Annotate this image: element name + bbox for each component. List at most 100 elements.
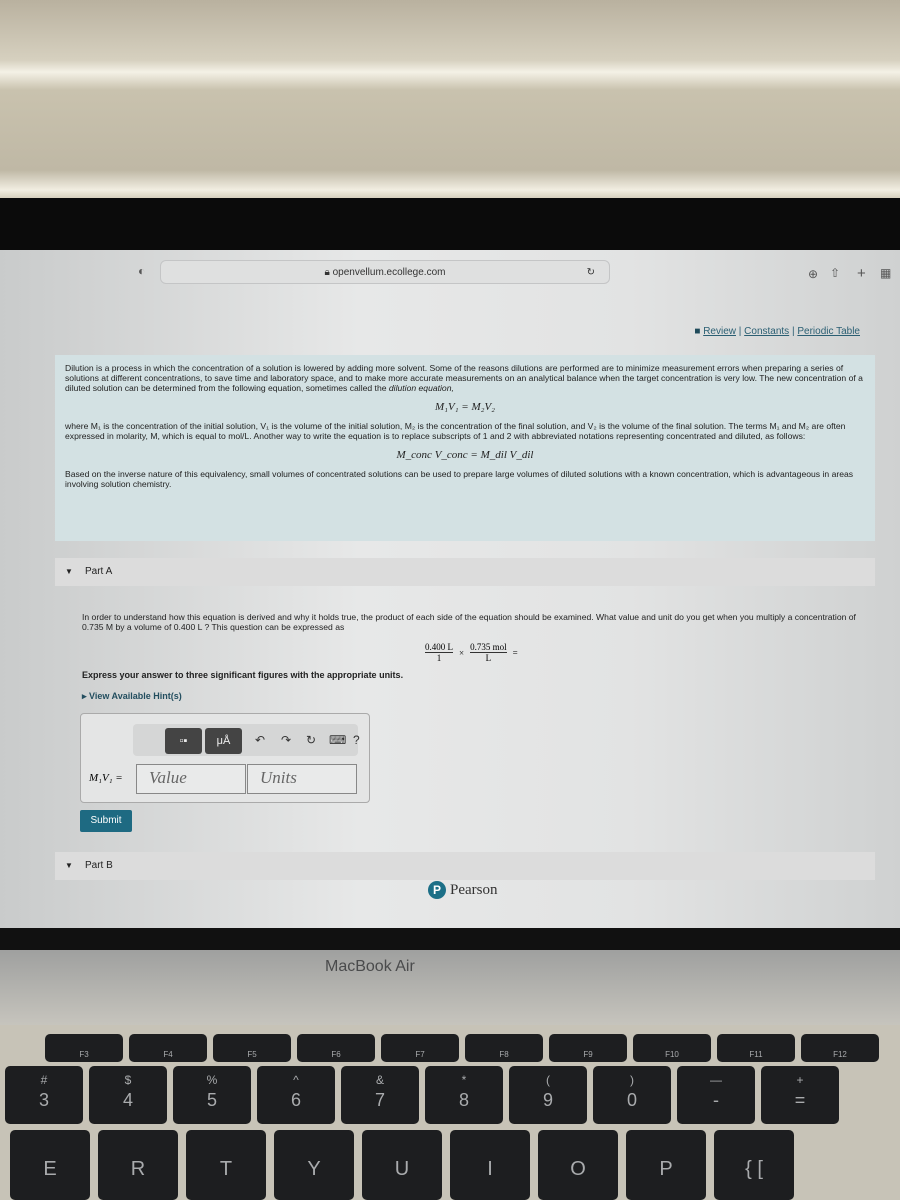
key-i[interactable]: I bbox=[450, 1130, 530, 1200]
key-9[interactable]: (9 bbox=[509, 1066, 587, 1124]
help-icon[interactable]: ? bbox=[353, 733, 360, 747]
key-t[interactable]: T bbox=[186, 1130, 266, 1200]
key-label: 7 bbox=[374, 1090, 385, 1110]
key-f4[interactable]: F4 bbox=[129, 1034, 207, 1062]
key-label: 0 bbox=[626, 1090, 637, 1110]
screen-bezel-bottom bbox=[0, 928, 900, 950]
key-f8[interactable]: F8 bbox=[465, 1034, 543, 1062]
key-label: 3 bbox=[38, 1090, 49, 1110]
key-shift-label: + bbox=[796, 1073, 804, 1087]
key-f9[interactable]: F9 bbox=[549, 1034, 627, 1062]
times-sign: × bbox=[459, 647, 465, 658]
frac2-den: L bbox=[485, 653, 492, 663]
constants-link[interactable]: Constants bbox=[744, 326, 789, 337]
browser-window bbox=[0, 250, 900, 930]
value-input[interactable]: Value bbox=[136, 764, 246, 794]
key-f3[interactable]: F3 bbox=[45, 1034, 123, 1062]
screen-bezel bbox=[0, 198, 900, 250]
key-f5[interactable]: F5 bbox=[213, 1034, 291, 1062]
tabs-overview-icon[interactable]: ▦ bbox=[880, 266, 891, 280]
templates-button[interactable]: ▫▪ bbox=[165, 728, 202, 754]
part-a-title: Part A bbox=[85, 566, 113, 577]
key-5[interactable]: % 5 bbox=[173, 1066, 251, 1124]
key-shift-label: $ bbox=[124, 1073, 132, 1087]
keyboard-icon[interactable]: ⌨ bbox=[329, 733, 346, 747]
key-shift-label: ) bbox=[630, 1073, 634, 1087]
key-o[interactable]: O bbox=[538, 1130, 618, 1200]
pearson-text: Pearson bbox=[450, 881, 498, 898]
units-button[interactable]: μÅ bbox=[205, 728, 242, 754]
new-tab-icon[interactable]: + bbox=[857, 265, 866, 282]
key-p[interactable]: P bbox=[626, 1130, 706, 1200]
key-label: = bbox=[794, 1090, 806, 1110]
key-shift-label: ( bbox=[546, 1073, 550, 1087]
url-text: openvellum.ecollege.com bbox=[332, 267, 446, 278]
separator: | bbox=[791, 326, 795, 337]
key-0[interactable]: ) 0 bbox=[593, 1066, 671, 1124]
key-f12[interactable]: F12 bbox=[801, 1034, 879, 1062]
key-shift-label: ^ bbox=[293, 1073, 299, 1087]
key-shift-label: & bbox=[375, 1073, 384, 1087]
book-icon: ■ bbox=[694, 326, 704, 337]
key-label: 6 bbox=[290, 1090, 301, 1110]
key-f6[interactable]: F6 bbox=[297, 1034, 375, 1062]
collapse-icon: ▼ bbox=[65, 567, 73, 576]
laptop-model: MacBook Air bbox=[325, 958, 415, 975]
ceiling-background bbox=[0, 0, 900, 200]
key-label: 5 bbox=[206, 1090, 217, 1110]
intro-paragraph-1: Dilution is a process in which the conce… bbox=[65, 363, 865, 393]
share-icon[interactable]: ⇧ bbox=[830, 266, 840, 280]
expression: 0.400 L1 × 0.735 mol L = bbox=[425, 642, 518, 663]
units-input[interactable]: Units bbox=[247, 764, 357, 794]
reload-icon[interactable]: ↻ bbox=[587, 261, 595, 285]
key-f10[interactable]: F10 bbox=[633, 1034, 711, 1062]
key-label: 4 bbox=[122, 1090, 133, 1110]
lock-icon: 🔒︎ bbox=[324, 267, 333, 278]
view-hints-link[interactable]: ▸ View Available Hint(s) bbox=[82, 691, 182, 702]
address-bar[interactable]: 🔒︎ openvellum.ecollege.com ↻ bbox=[160, 260, 610, 284]
undo-icon[interactable]: ↶ bbox=[255, 733, 265, 747]
question-text: In order to understand how this equation… bbox=[82, 612, 856, 632]
periodic-table-link[interactable]: Periodic Table bbox=[797, 326, 860, 337]
math-toolbar: ▫▪ μÅ ↶ ↷ ↻ ⌨ ? bbox=[133, 724, 360, 756]
key-r[interactable]: R bbox=[98, 1130, 178, 1200]
resource-links: ■ Review | Constants | Periodic Table bbox=[694, 326, 860, 337]
instruction: Express your answer to three significant… bbox=[82, 670, 404, 680]
part-a-header[interactable]: ▼ Part A bbox=[55, 558, 875, 586]
submit-button[interactable]: Submit bbox=[80, 810, 132, 832]
key-3[interactable]: #3 bbox=[5, 1066, 83, 1124]
key-f11[interactable]: F11 bbox=[717, 1034, 795, 1062]
key--[interactable]: — - bbox=[677, 1066, 755, 1124]
key-7[interactable]: & 7 bbox=[341, 1066, 419, 1124]
key-shift-label: — bbox=[710, 1073, 722, 1087]
intro-text: Dilution is a process in which the conce… bbox=[65, 363, 863, 393]
key-4[interactable]: $4 bbox=[89, 1066, 167, 1124]
key-shift-label: # bbox=[40, 1073, 48, 1087]
separator: | bbox=[738, 326, 742, 337]
frac2-num: 0.735 mol bbox=[470, 642, 507, 653]
key-6[interactable]: ^ 6 bbox=[257, 1066, 335, 1124]
laptop-body bbox=[0, 950, 900, 1025]
frac1-num: 0.400 L bbox=[425, 642, 453, 653]
key-8[interactable]: * 8 bbox=[425, 1066, 503, 1124]
equals-sign: = bbox=[512, 647, 518, 658]
pearson-logo-icon: P bbox=[428, 881, 446, 899]
key-u[interactable]: U bbox=[362, 1130, 442, 1200]
review-link[interactable]: Review bbox=[703, 326, 736, 337]
redo-icon[interactable]: ↷ bbox=[281, 733, 291, 747]
key-e[interactable]: E bbox=[10, 1130, 90, 1200]
part-b-header[interactable]: ▼ Part B bbox=[55, 852, 875, 880]
key-f7[interactable]: F7 bbox=[381, 1034, 459, 1062]
conc-dil-equation: M_conc V_conc = M_dil V_dil bbox=[396, 449, 534, 461]
download-icon[interactable]: ⊕ bbox=[808, 267, 818, 281]
intro-paragraph-3: Based on the inverse nature of this equi… bbox=[65, 469, 854, 489]
reset-icon[interactable]: ↻ bbox=[306, 733, 316, 747]
key-shift-label: * bbox=[461, 1073, 467, 1087]
key-bracket[interactable]: { [ bbox=[714, 1130, 794, 1200]
key-=[interactable]: + = bbox=[761, 1066, 839, 1124]
key-y[interactable]: Y bbox=[274, 1130, 354, 1200]
answer-label: M₁V₁ = bbox=[89, 772, 123, 784]
shield-icon[interactable]: ◐ bbox=[138, 264, 145, 278]
frac1-den: 1 bbox=[436, 653, 442, 663]
dilution-equation: M₁V₁ = M₂V₂ bbox=[435, 401, 495, 413]
